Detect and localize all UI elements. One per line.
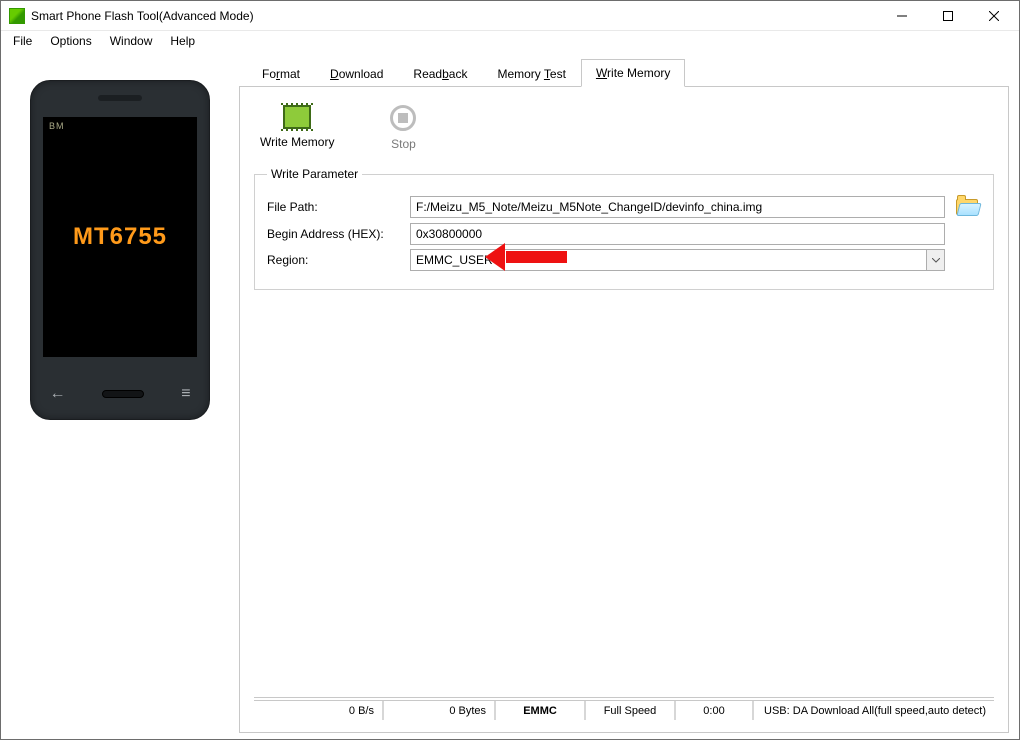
write-parameter-group: Write Parameter File Path: Begin Address… <box>254 167 994 290</box>
tab-readback[interactable]: Readback <box>398 60 482 87</box>
region-select[interactable]: EMMC_USER <box>410 249 945 271</box>
tab-write-memory[interactable]: Write Memory <box>581 59 685 87</box>
phone-back-icon: ← <box>49 385 65 403</box>
titlebar: Smart Phone Flash Tool(Advanced Mode) <box>1 1 1019 31</box>
file-path-label: File Path: <box>267 200 402 214</box>
tab-download[interactable]: Download <box>315 60 398 87</box>
menu-file[interactable]: File <box>5 32 40 50</box>
sidebar: BM MT6755 ← ≡ <box>1 52 239 739</box>
region-label: Region: <box>267 253 402 267</box>
write-parameter-legend: Write Parameter <box>267 167 362 181</box>
phone-chipset: MT6755 <box>73 223 167 251</box>
maximize-button[interactable] <box>925 1 971 30</box>
status-bytes: 0 Bytes <box>384 701 496 720</box>
stop-icon <box>390 105 416 131</box>
write-memory-button[interactable]: Write Memory <box>256 103 338 153</box>
chevron-down-icon[interactable] <box>926 250 944 270</box>
menu-help[interactable]: Help <box>162 32 203 50</box>
app-icon <box>9 8 25 24</box>
phone-home-icon <box>102 390 144 398</box>
status-speed: 0 B/s <box>254 701 384 720</box>
browse-file-button[interactable] <box>953 195 981 219</box>
phone-brand: BM <box>49 121 65 131</box>
file-path-input[interactable] <box>410 196 945 218</box>
status-storage: EMMC <box>496 701 586 720</box>
chip-icon <box>283 105 311 129</box>
menu-options[interactable]: Options <box>42 32 99 50</box>
stop-button[interactable]: Stop <box>386 103 420 153</box>
tab-memory-test[interactable]: Memory Test <box>482 60 580 87</box>
menu-window[interactable]: Window <box>102 32 161 50</box>
status-link: Full Speed <box>586 701 676 720</box>
minimize-button[interactable] <box>879 1 925 30</box>
tabs: Format Download Readback Memory Test Wri… <box>239 58 1009 87</box>
region-value: EMMC_USER <box>410 249 945 271</box>
folder-icon <box>956 199 978 215</box>
window-title: Smart Phone Flash Tool(Advanced Mode) <box>31 9 879 23</box>
close-button[interactable] <box>971 1 1017 30</box>
status-usb: USB: DA Download All(full speed,auto det… <box>754 701 994 720</box>
phone-menu-icon: ≡ <box>181 385 190 403</box>
begin-address-label: Begin Address (HEX): <box>267 227 402 241</box>
menubar: File Options Window Help <box>1 31 1019 51</box>
phone-mockup: BM MT6755 ← ≡ <box>30 80 210 420</box>
tab-panel-write-memory: Write Memory Stop Write Parameter File P… <box>239 87 1009 733</box>
toolbar: Write Memory Stop <box>254 99 994 167</box>
tab-format[interactable]: Format <box>247 60 315 87</box>
status-time: 0:00 <box>676 701 754 720</box>
begin-address-input[interactable] <box>410 223 945 245</box>
statusbar: 0 B/s 0 Bytes EMMC Full Speed 0:00 USB: … <box>254 700 994 720</box>
